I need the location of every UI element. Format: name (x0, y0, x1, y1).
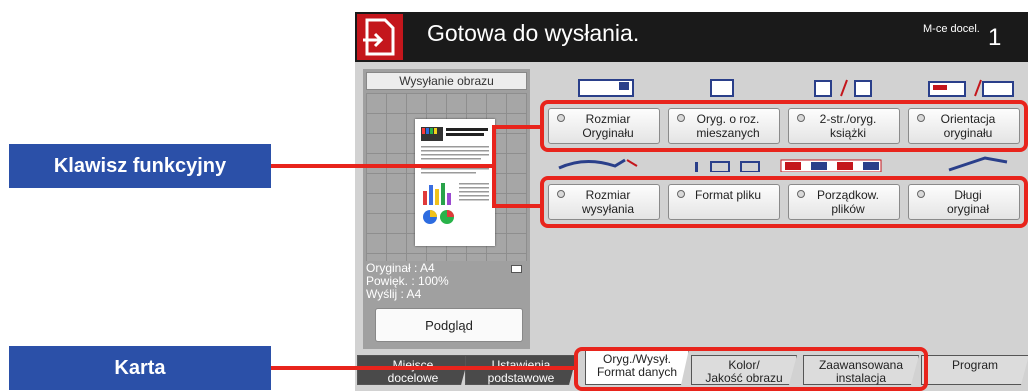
function-key-leader-horizontal (271, 164, 496, 168)
status-bar: Gotowa do wysłania. M-ce docel. 1 (355, 12, 1028, 62)
function-key-leader-bottom (492, 204, 542, 208)
function-key-callout: Klawisz funkcyjny (9, 144, 271, 188)
preview-button[interactable]: Podgląd (375, 308, 523, 342)
function-icons-row-middle (545, 154, 1015, 174)
paper-size-icon (511, 265, 522, 273)
function-key-leader-vertical (492, 125, 496, 207)
tab-callout: Karta (9, 346, 271, 390)
destination-count: 1 (988, 24, 1002, 51)
tab-basic-settings[interactable]: Ustawienia podstawowe (465, 355, 577, 385)
tab-destination[interactable]: Miejsce docelowe (357, 355, 469, 385)
preview-panel: Wysyłanie obrazu Oryginał: A4 Powięk.:… (363, 69, 530, 349)
function-keys-row-1-highlight (540, 100, 1028, 152)
tab-callout-label: Karta (114, 356, 166, 379)
function-key-leader-top (492, 125, 542, 129)
zoom-info: Powięk. : 100% (366, 274, 449, 288)
destination-label: M-ce docel. (923, 23, 980, 35)
send-size-info: Wyślij : A4 (366, 287, 422, 301)
function-key-callout-label: Klawisz funkcyjny (53, 154, 227, 177)
send-document-icon (357, 14, 403, 60)
panel-title: Wysyłanie obrazu (366, 72, 527, 90)
document-thumbnail (415, 119, 495, 246)
tab-program[interactable]: Program (921, 355, 1028, 385)
function-keys-row-2-highlight (540, 176, 1028, 228)
preview-area (366, 93, 527, 261)
tab-leader (271, 366, 576, 370)
function-icons-row-top (575, 76, 1015, 97)
original-size-info: Oryginał : A4 (366, 261, 435, 275)
status-message: Gotowa do wysłania. (427, 20, 640, 46)
tabs-highlight (574, 347, 928, 391)
